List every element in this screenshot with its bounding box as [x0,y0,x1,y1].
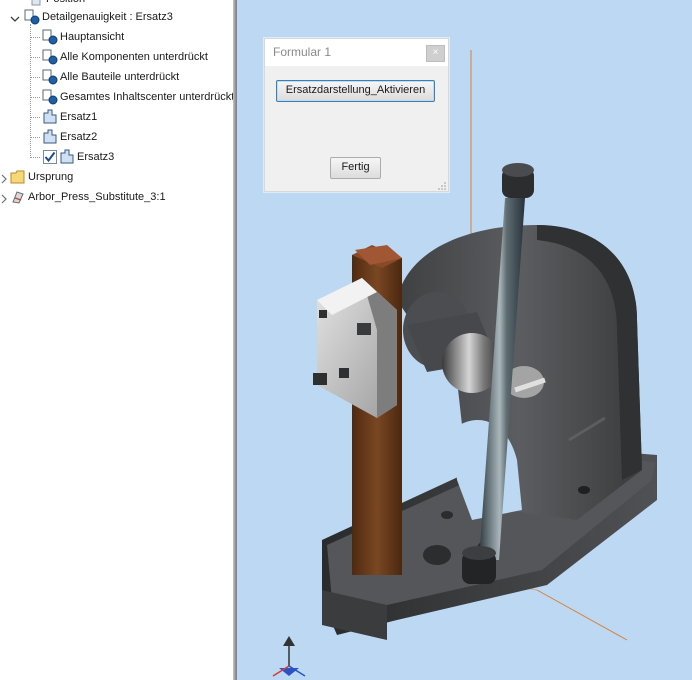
chevron-right-icon[interactable] [0,192,8,204]
substitute-part-icon [42,109,58,125]
level-of-detail-icon [24,9,40,25]
model-browser-panel: Position Detailgenauigkeit : Ersatz3 Hau… [0,0,233,680]
dialog-titlebar[interactable]: Formular 1 × [265,39,448,66]
level-of-detail-icon [42,29,58,45]
tree-item-label: Alle Bauteile unterdrückt [60,71,180,83]
substitute-part-icon [59,149,75,165]
tree-item-label: Hauptansicht [60,31,125,43]
tree-item-label: Ursprung [28,171,74,183]
tree-item-label: Position [46,0,85,8]
tree-item-label: Gesamtes Inhaltscenter unterdrückt [60,91,233,103]
tree-item-label: Ersatz3 [77,151,115,163]
folder-icon [10,169,26,185]
tree-item-label: Detailgenauigkeit : Ersatz3 [42,11,173,23]
dialog-title: Formular 1 [273,45,332,59]
tree-item-label: Alle Komponenten unterdrückt [60,51,208,63]
tree-item-hauptansicht[interactable]: Hauptansicht [42,28,124,46]
resize-grip-icon[interactable] [438,181,446,190]
tree-item-component[interactable]: Arbor_Press_Substitute_3:1 [0,188,166,206]
activate-substitute-button[interactable]: Ersatzdarstellung_Aktivieren [276,80,435,102]
tree-item-alle-bauteile[interactable]: Alle Bauteile unterdrückt [42,68,179,86]
tree-item-position[interactable]: Position [28,0,85,8]
level-of-detail-icon [42,69,58,85]
level-of-detail-icon [42,89,58,105]
tree-item-ursprung[interactable]: Ursprung [0,168,73,186]
chevron-right-icon[interactable] [0,172,8,184]
level-of-detail-icon [42,49,58,65]
position-icon [28,0,44,7]
tree-item-inhaltscenter[interactable]: Gesamtes Inhaltscenter unterdrückt [42,88,233,106]
form-dialog: Formular 1 × Ersatzdarstellung_Aktiviere… [264,38,449,192]
tree-item-ersatz3[interactable]: Ersatz3 [43,148,114,166]
substitute-part-icon [42,129,58,145]
tree-item-label: Ersatz1 [60,111,98,123]
tree-item-ersatz2[interactable]: Ersatz2 [42,128,97,146]
derived-part-icon [10,189,26,205]
checkmark-icon [43,150,57,164]
chevron-down-icon[interactable] [10,12,20,22]
close-button[interactable]: × [426,45,445,62]
tree-item-label: Ersatz2 [60,131,98,143]
done-button[interactable]: Fertig [330,157,381,179]
tree-item-alle-komponenten[interactable]: Alle Komponenten unterdrückt [42,48,208,66]
tree-item-detail-level[interactable]: Detailgenauigkeit : Ersatz3 [10,8,173,26]
tree-item-label: Arbor_Press_Substitute_3:1 [28,191,166,203]
tree-item-ersatz1[interactable]: Ersatz1 [42,108,97,126]
